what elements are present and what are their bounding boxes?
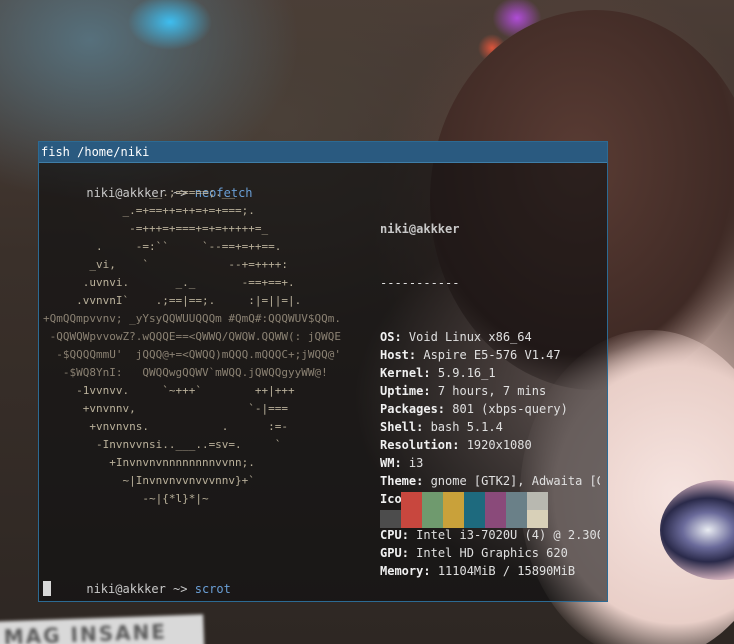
logo-line: +vnvnvns. . :=- (43, 420, 289, 433)
logo-line: -QQWQWpvvowZ?.wQQQE==<QWWQ/QWQW.QQWW(: j… (43, 330, 342, 343)
logo-line: +QmQQmpvvnv; _yYsyQQWUUQQQm #QmQ#:QQQWUV… (43, 312, 342, 325)
color-swatch (485, 510, 506, 528)
info-row-kernel: Kernel: 5.9.16_1 (380, 366, 496, 380)
logo-line: -$WQ8YnI: QWQQwgQQWV`mWQQ.jQWQQgyyWW@! (43, 366, 328, 379)
prompt-user-host: niki@akkker ~> (86, 582, 195, 596)
color-swatch (401, 510, 422, 528)
info-row-gpu: GPU: Intel HD Graphics 620 (380, 546, 568, 560)
logo-line: +Invnvnvnnnnnnnnvvnn;. (43, 456, 255, 469)
color-swatch (464, 510, 485, 528)
info-key: Uptime (380, 384, 424, 398)
info-key: OS (380, 330, 395, 344)
prompt-command: scrot (194, 582, 231, 596)
logo-line: +vnvnnv, `-|=== (43, 402, 289, 415)
info-row-memory: Memory: 11104MiB / 15890MiB (380, 564, 576, 578)
info-value: gnome [GTK2], Adwaita [G (430, 474, 600, 488)
info-key: Host (380, 348, 409, 362)
window-titlebar[interactable]: fish /home/niki (39, 142, 607, 163)
prompt-line-2: niki@akkker ~> scrot (43, 562, 231, 616)
logo-line: ~|Invnvnvvnvvvnnv}+` (43, 474, 255, 487)
info-value: Aspire E5-576 V1.47 (423, 348, 561, 362)
logo-line: .uvnvi. _._ -==+==+. (43, 276, 295, 289)
color-swatch (485, 492, 506, 510)
info-value: 1920x1080 (466, 438, 532, 452)
logo-line: . -=:`` `--==+=++==. (43, 240, 282, 253)
logo-line: _.=+==++=++=+=+===;. (43, 204, 255, 217)
terminal-content[interactable]: niki@akkker ~> neofetch __.;=====;.__ _.… (43, 166, 603, 597)
info-row-resolution: Resolution: 1920x1080 (380, 438, 532, 452)
color-palette (380, 492, 548, 528)
info-row-wm: WM: i3 (380, 456, 424, 470)
info-key: Resolution (380, 438, 453, 452)
color-swatch (422, 492, 443, 510)
info-key: CPU (380, 528, 402, 542)
info-value: 7 hours, 7 mins (437, 384, 547, 398)
color-swatch (401, 492, 422, 510)
terminal-window[interactable]: fish /home/niki niki@akkker ~> neofetch … (38, 141, 608, 602)
info-key: Shell (380, 420, 417, 434)
color-swatch (380, 510, 401, 528)
window-title: fish /home/niki (41, 145, 150, 159)
info-row-packages: Packages: 801 (xbps-query) (380, 402, 568, 416)
color-swatch (443, 510, 464, 528)
info-row-cpu: CPU: Intel i3-7020U (4) @ 2.300 (380, 526, 600, 544)
logo-line: -Invnvvnsi..___..=sv=. ` (43, 438, 282, 451)
info-header: niki@akkker (380, 222, 460, 236)
logo-line: __.;=====;.__ (43, 186, 236, 199)
color-swatch (527, 510, 548, 528)
info-key: Kernel (380, 366, 424, 380)
info-key: WM (380, 456, 395, 470)
logo-line: -=+++=+===+=+=+++++=_ (43, 222, 269, 235)
info-row-theme: Theme: gnome [GTK2], Adwaita [G (380, 472, 600, 490)
color-swatch (506, 492, 527, 510)
info-value: 5.9.16_1 (437, 366, 496, 380)
color-swatch (422, 510, 443, 528)
info-row-shell: Shell: bash 5.1.4 (380, 420, 503, 434)
info-value: bash 5.1.4 (430, 420, 503, 434)
logo-line: -1vvnvv. `~+++` ++|+++ (43, 384, 295, 397)
logo-line: -~|{*l}*|~ (43, 492, 209, 505)
info-value: i3 (408, 456, 424, 470)
info-key: Memory (380, 564, 424, 578)
info-value: Void Linux x86_64 (408, 330, 532, 344)
info-value: 801 (xbps-query) (452, 402, 568, 416)
color-swatch (443, 492, 464, 510)
logo-line: .vvnvnI` .;==|==;. :|=||=|. (43, 294, 302, 307)
info-row-os: OS: Void Linux x86_64 (380, 330, 532, 344)
info-row-host: Host: Aspire E5-576 V1.47 (380, 348, 561, 362)
info-key: GPU (380, 546, 402, 560)
info-key: Packages (380, 402, 438, 416)
wallpaper-sign: MAG INSANE (0, 614, 205, 644)
color-swatch (527, 492, 548, 510)
info-separator: ----------- (380, 276, 460, 290)
info-key: Theme (380, 474, 417, 488)
logo-line: -$QQQQmmU' jQQQ@+=<QWQQ)mQQQ.mQQQC+;jWQQ… (43, 348, 342, 361)
neofetch-logo: __.;=====;.__ _.=+==++=++=+=+===;. -=+++… (43, 184, 341, 508)
color-swatch (506, 510, 527, 528)
logo-line: _vi, ` --+=++++: (43, 258, 289, 271)
color-swatch (464, 492, 485, 510)
info-value: Intel i3-7020U (4) @ 2.300 (416, 528, 600, 542)
color-swatch (380, 492, 401, 510)
info-value: 11104MiB / 15890MiB (437, 564, 576, 578)
info-value: Intel HD Graphics 620 (416, 546, 568, 560)
info-row-uptime: Uptime: 7 hours, 7 mins (380, 384, 547, 398)
terminal-cursor (43, 581, 51, 596)
